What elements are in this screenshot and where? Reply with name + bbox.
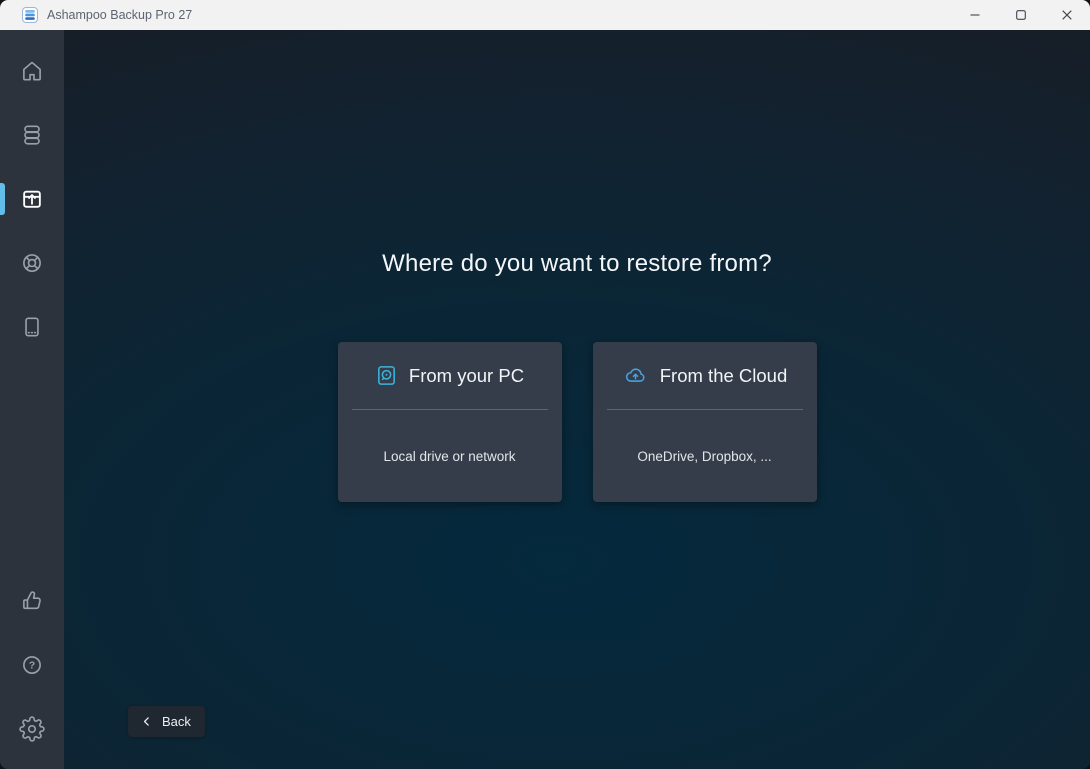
card-from-cloud-header: From the Cloud [593,342,817,409]
app-window: Ashampoo Backup Pro 27 [0,0,1090,769]
question-icon: ? [19,652,45,678]
back-button[interactable]: Back [128,706,205,737]
sidebar-item-device[interactable] [0,295,64,359]
window-controls [952,0,1090,30]
app-logo-icon [22,7,38,23]
close-icon [1062,10,1072,20]
drive-icon [19,314,45,340]
card-from-cloud-subtitle-wrap: OneDrive, Dropbox, ... [593,410,817,502]
gear-icon [19,716,45,742]
maximize-icon [1016,10,1026,20]
card-from-pc-title: From your PC [409,365,524,387]
page-title: Where do you want to restore from? [64,250,1090,278]
card-from-pc-subtitle: Local drive or network [383,449,515,464]
card-from-cloud[interactable]: From the Cloud OneDrive, Dropbox, ... [593,342,817,502]
card-from-cloud-title: From the Cloud [660,365,788,387]
home-icon [19,58,45,84]
cloud-upload-icon [622,364,649,387]
lifebuoy-icon [19,250,45,276]
card-from-pc-header: From your PC [338,342,562,409]
minimize-icon [970,10,980,20]
window-title: Ashampoo Backup Pro 27 [47,8,192,22]
restore-source-options: From your PC Local drive or network [64,342,1090,502]
active-indicator [0,183,5,215]
card-from-cloud-subtitle: OneDrive, Dropbox, ... [637,449,771,464]
sidebar-item-help[interactable]: ? [0,633,64,697]
titlebar: Ashampoo Backup Pro 27 [0,0,1090,30]
card-from-pc-subtitle-wrap: Local drive or network [338,410,562,502]
sidebar-item-rescue[interactable] [0,231,64,295]
app-body: ? Where do you want to restore from? [0,30,1090,769]
back-button-label: Back [162,714,191,729]
thumbs-up-icon [19,588,45,614]
sidebar-item-home[interactable] [0,39,64,103]
hard-drive-icon [375,364,398,387]
maximize-button[interactable] [998,0,1044,30]
svg-text:?: ? [29,661,35,672]
sidebar-item-restore[interactable] [0,167,64,231]
stack-icon [19,122,45,148]
close-button[interactable] [1044,0,1090,30]
sidebar-item-backups[interactable] [0,103,64,167]
sidebar-item-rate[interactable] [0,569,64,633]
sidebar: ? [0,30,64,769]
card-from-pc[interactable]: From your PC Local drive or network [338,342,562,502]
restore-box-icon [19,186,45,212]
sidebar-item-settings[interactable] [0,697,64,761]
chevron-left-icon [140,715,153,728]
minimize-button[interactable] [952,0,998,30]
main-content: Where do you want to restore from? From … [64,30,1090,769]
